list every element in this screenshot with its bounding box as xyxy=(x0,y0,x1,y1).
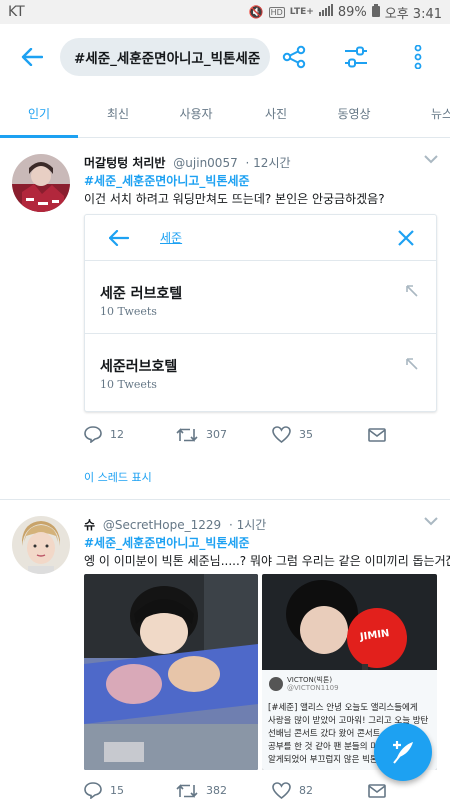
envelope-icon xyxy=(368,783,386,798)
clock-label: 오후 3:41 xyxy=(384,6,442,22)
compose-feather-icon xyxy=(393,741,413,764)
avatar-photo xyxy=(12,516,70,574)
share-icon xyxy=(282,45,306,69)
retweet-count: 382 xyxy=(206,784,227,797)
user-handle: @ujin0057 xyxy=(173,156,238,170)
tweet-text: 엥 이 이미분이 빅톤 세준님.....? 뭐야 그럼 우리는 같은 이미끼리 … xyxy=(84,554,450,568)
network-label: LTE+ xyxy=(289,7,314,17)
reply-icon xyxy=(84,782,102,799)
retweet-count: 307 xyxy=(206,428,227,441)
tweet-time: · 12시간 xyxy=(245,156,291,170)
hd-icon: HD xyxy=(268,6,285,18)
carrier-label: KT xyxy=(8,4,25,20)
like-button[interactable]: 35 xyxy=(272,426,368,443)
status-right: 🔇 HD LTE+ 89% 오후 3:41 xyxy=(249,3,442,22)
like-count: 82 xyxy=(299,784,313,797)
sliders-icon xyxy=(345,46,367,68)
embedded-search-screenshot: 세준 세준 러브호텔 10 Tweets 세준러브호텔 10 Tweets xyxy=(84,214,437,412)
arrow-left-icon xyxy=(21,48,43,66)
arrow-up-left-icon xyxy=(406,358,418,370)
like-count: 35 xyxy=(299,428,313,441)
arrow-up-left-icon xyxy=(406,285,418,297)
tweet-actions: 12 307 35 xyxy=(84,426,390,443)
tab-photos[interactable]: 사진 xyxy=(248,90,304,136)
signal-icon xyxy=(318,4,333,20)
reply-button[interactable]: 15 xyxy=(84,782,176,799)
header-actions xyxy=(272,35,440,79)
embed-search-header: 세준 xyxy=(85,215,436,261)
dm-button[interactable] xyxy=(368,783,386,798)
embed-suggestion: 세준 러브호텔 10 Tweets xyxy=(85,261,436,334)
close-icon xyxy=(398,229,414,246)
show-thread-link[interactable]: 이 스레드 표시 xyxy=(84,469,152,485)
chevron-down-icon xyxy=(424,517,438,526)
search-input[interactable]: #세준_세훈준면아니고_빅톤세준 xyxy=(60,38,270,76)
more-button[interactable] xyxy=(396,35,440,79)
retweet-icon xyxy=(176,783,198,798)
tweet-actions: 15 382 82 xyxy=(84,782,390,799)
display-name[interactable]: 슈 xyxy=(84,518,95,532)
tweet-time: · 1시간 xyxy=(228,518,267,532)
heart-icon xyxy=(272,426,291,443)
avatar[interactable] xyxy=(12,516,70,574)
tweet-photo[interactable] xyxy=(84,574,258,770)
embed-suggestion: 세준러브호텔 10 Tweets xyxy=(85,334,436,407)
mute-icon: 🔇 xyxy=(248,5,264,19)
retweet-icon xyxy=(176,427,198,442)
back-button[interactable] xyxy=(10,35,54,79)
search-header: #세준_세훈준면아니고_빅톤세준 xyxy=(0,24,450,90)
user-handle: @SecretHope_1229 xyxy=(102,518,222,532)
reply-count: 12 xyxy=(110,428,124,441)
tweet[interactable]: 머갈텅텅 처리반 @ujin0057 · 12시간 #세준_세훈준면아니고_빅톤… xyxy=(0,138,450,500)
like-button[interactable]: 82 xyxy=(272,782,368,799)
photo-image xyxy=(84,574,258,770)
battery-label: 89% xyxy=(337,4,367,20)
tweet-header: 슈 @SecretHope_1229 · 1시간 xyxy=(84,516,266,533)
retweet-button[interactable]: 307 xyxy=(176,427,272,443)
suggestion-title: 세준 러브호텔 xyxy=(100,286,183,302)
compose-tweet-button[interactable] xyxy=(374,723,432,781)
hashtag-link[interactable]: #세준_세훈준면아니고_빅톤세준 xyxy=(84,172,250,189)
embedded-account-handle: @VICTON1109 xyxy=(287,684,339,692)
tweet-header: 머갈텅텅 처리반 @ujin0057 · 12시간 xyxy=(84,154,291,171)
tweet-menu-button[interactable] xyxy=(424,152,438,168)
embed-search-query: 세준 xyxy=(160,231,183,245)
tweet-menu-button[interactable] xyxy=(424,514,438,530)
tweet-text: 이건 서치 하려고 워딩만쳐도 뜨는데? 본인은 안궁금하겠음? xyxy=(84,192,385,206)
more-vertical-icon xyxy=(414,45,422,69)
reply-icon xyxy=(84,426,102,443)
reply-button[interactable]: 12 xyxy=(84,426,176,443)
suggestion-count: 10 Tweets xyxy=(100,305,157,318)
chevron-down-icon xyxy=(424,155,438,164)
search-tabs: 인기 최신 사용자 사진 동영상 뉴스 xyxy=(0,90,450,138)
filter-button[interactable] xyxy=(334,35,378,79)
tab-people[interactable]: 사용자 xyxy=(168,90,224,136)
status-bar: KT 🔇 HD LTE+ 89% 오후 3:41 xyxy=(0,0,450,24)
retweet-button[interactable]: 382 xyxy=(176,783,272,799)
suggestion-count: 10 Tweets xyxy=(100,378,157,391)
hashtag-link[interactable]: #세준_세훈준면아니고_빅톤세준 xyxy=(84,534,250,551)
suggestion-title: 세준러브호텔 xyxy=(100,359,178,375)
avatar-photo xyxy=(12,154,70,212)
arrow-left-icon xyxy=(109,229,129,246)
tab-latest[interactable]: 최신 xyxy=(90,90,146,136)
heart-icon xyxy=(272,782,291,799)
tab-news[interactable]: 뉴스 xyxy=(414,90,450,136)
share-button[interactable] xyxy=(272,35,316,79)
dm-button[interactable] xyxy=(368,427,386,442)
tab-top[interactable]: 인기 xyxy=(0,90,78,136)
embedded-line: [#세준] 앨리스 안녕 오늘도 앨리스들에게 xyxy=(268,703,418,713)
reply-count: 15 xyxy=(110,784,124,797)
avatar[interactable] xyxy=(12,154,70,212)
tab-videos[interactable]: 동영상 xyxy=(326,90,382,136)
envelope-icon xyxy=(368,427,386,442)
display-name[interactable]: 머갈텅텅 처리반 xyxy=(84,156,165,170)
battery-icon xyxy=(371,3,380,21)
